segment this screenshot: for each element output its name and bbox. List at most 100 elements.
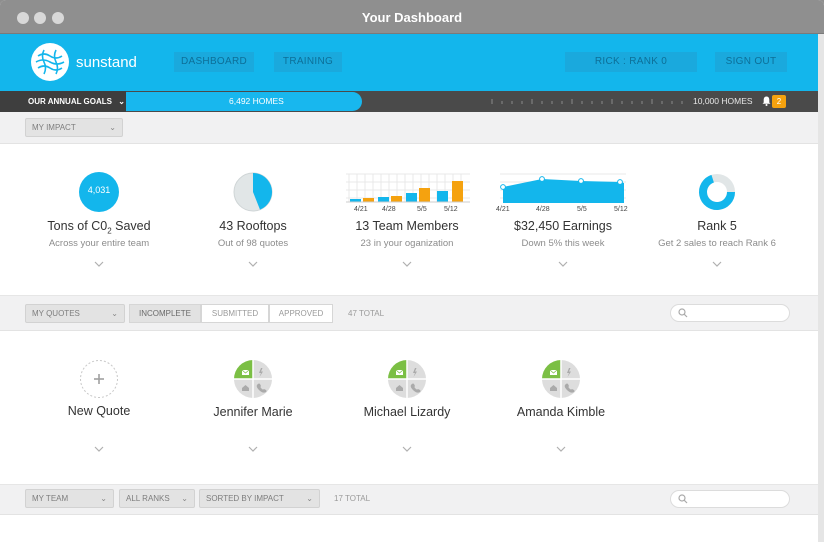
team-panel bbox=[0, 515, 818, 542]
annual-goals-dropdown[interactable]: OUR ANNUAL GOALS ⌄ bbox=[0, 91, 126, 112]
stat-co2-subtitle: Across your entire team bbox=[48, 238, 150, 249]
tab-approved[interactable]: APPROVED bbox=[269, 304, 333, 323]
quote-name: Amanda Kimble bbox=[516, 405, 606, 419]
new-quote-label: New Quote bbox=[67, 404, 131, 418]
chevron-down-icon[interactable] bbox=[247, 445, 259, 453]
quote-name: Jennifer Marie bbox=[213, 405, 293, 419]
team-bar bbox=[378, 197, 389, 202]
team-bar bbox=[363, 198, 374, 202]
team-bar bbox=[452, 181, 463, 202]
stat-rooftops[interactable]: 43 Rooftops Out of 98 quotes bbox=[176, 144, 330, 296]
team-filter-select[interactable]: MY TEAM ⌄ bbox=[25, 489, 114, 508]
stat-team-subtitle: 23 in your oganization bbox=[360, 238, 454, 249]
quotes-filter-select[interactable]: MY QUOTES ⌄ bbox=[25, 304, 125, 323]
chevron-down-icon[interactable] bbox=[93, 445, 105, 453]
impact-toolbar: MY IMPACT ⌄ bbox=[0, 112, 818, 144]
earnings-area bbox=[503, 179, 624, 203]
chevron-down-icon[interactable] bbox=[93, 260, 105, 268]
team-filter-value: MY TEAM bbox=[32, 494, 69, 503]
sort-select[interactable]: SORTED BY IMPACT ⌄ bbox=[199, 489, 320, 508]
sign-out-button[interactable]: SIGN OUT bbox=[715, 52, 787, 72]
stat-co2[interactable]: 4,031 Tons of C02 Saved Across your enti… bbox=[22, 144, 176, 296]
team-total: 17 TOTAL bbox=[334, 494, 371, 503]
earnings-area-chart bbox=[500, 173, 626, 203]
new-quote-card[interactable]: New Quote bbox=[22, 331, 176, 485]
chevron-down-icon: ⌄ bbox=[306, 494, 313, 503]
app-header: sunstand DASHBOARD TRAINING RICK : RANK … bbox=[0, 34, 824, 91]
team-toolbar: MY TEAM ⌄ ALL RANKS ⌄ SORTED BY IMPACT ⌄… bbox=[0, 485, 818, 515]
quote-card[interactable]: Jennifer Marie bbox=[176, 331, 330, 485]
stat-rank[interactable]: Rank 5 Get 2 sales to reach Rank 6 bbox=[640, 144, 794, 296]
quote-card[interactable]: Michael Lizardy bbox=[330, 331, 484, 485]
ranks-filter-value: ALL RANKS bbox=[126, 494, 170, 503]
nav-training[interactable]: TRAINING bbox=[274, 52, 342, 72]
earnings-point bbox=[500, 184, 506, 190]
earnings-date-2: 4/28 bbox=[536, 206, 550, 213]
chevron-down-icon[interactable] bbox=[555, 445, 567, 453]
stat-rank-subtitle: Get 2 sales to reach Rank 6 bbox=[658, 238, 776, 249]
ranks-filter-select[interactable]: ALL RANKS ⌄ bbox=[119, 489, 195, 508]
goals-current: 6,492 HOMES bbox=[229, 96, 284, 106]
brand-name[interactable]: sunstand bbox=[76, 54, 137, 71]
user-rank-button[interactable]: RICK : RANK 0 bbox=[565, 52, 697, 72]
notification-count-badge[interactable]: 2 bbox=[772, 95, 786, 108]
stat-rooftops-subtitle: Out of 98 quotes bbox=[217, 238, 289, 249]
impact-filter-value: MY IMPACT bbox=[32, 123, 76, 132]
goals-max: 10,000 HOMES bbox=[693, 96, 753, 106]
earnings-date-4: 5/12 bbox=[614, 206, 628, 213]
quote-card[interactable]: Amanda Kimble bbox=[484, 331, 638, 485]
bell-icon[interactable] bbox=[762, 96, 771, 109]
nav-dashboard[interactable]: DASHBOARD bbox=[174, 52, 254, 72]
team-bar bbox=[437, 191, 448, 202]
quotes-panel: New Quote Jennifer Marie Michael Lizardy… bbox=[0, 331, 818, 485]
scrollbar-track[interactable] bbox=[818, 34, 824, 542]
window-title: Your Dashboard bbox=[361, 10, 463, 25]
earnings-point bbox=[539, 176, 545, 182]
stat-earnings[interactable]: 4/21 4/28 5/5 5/12 $32,450 Earnings Down… bbox=[486, 144, 640, 296]
tab-submitted[interactable]: SUBMITTED bbox=[201, 304, 269, 323]
stat-earnings-subtitle: Down 5% this week bbox=[521, 238, 605, 249]
chevron-down-icon[interactable] bbox=[247, 260, 259, 268]
earnings-date-3: 5/5 bbox=[577, 206, 587, 213]
stat-earnings-title: $32,450 Earnings bbox=[514, 219, 612, 233]
stat-team-members[interactable]: 4/21 4/28 5/5 5/12 13 Team Members 23 in… bbox=[330, 144, 484, 296]
search-icon bbox=[678, 308, 688, 318]
stat-co2-title: Tons of C02 Saved bbox=[47, 219, 151, 236]
quote-status-icon bbox=[542, 360, 580, 398]
quotes-filter-value: MY QUOTES bbox=[32, 309, 80, 318]
search-icon bbox=[678, 494, 688, 504]
team-date-4: 5/12 bbox=[444, 206, 458, 213]
impact-stats-panel: 4,031 Tons of C02 Saved Across your enti… bbox=[0, 144, 818, 296]
chevron-down-icon[interactable] bbox=[401, 445, 413, 453]
annual-goals-label: OUR ANNUAL GOALS bbox=[28, 97, 112, 106]
chevron-down-icon: ⌄ bbox=[100, 494, 107, 503]
team-bar bbox=[391, 196, 402, 202]
team-search-input[interactable] bbox=[670, 490, 790, 508]
quotes-search-input[interactable] bbox=[670, 304, 790, 322]
chevron-down-icon: ⌄ bbox=[109, 123, 116, 132]
stat-team-title: 13 Team Members bbox=[355, 219, 459, 233]
team-bar bbox=[406, 193, 417, 202]
co2-value: 4,031 bbox=[87, 185, 111, 195]
team-bar bbox=[419, 188, 430, 202]
plus-icon bbox=[80, 360, 118, 398]
chevron-down-icon: ⌄ bbox=[181, 494, 188, 503]
team-date-3: 5/5 bbox=[417, 206, 427, 213]
quotes-total: 47 TOTAL bbox=[348, 309, 385, 318]
team-date-2: 4/28 bbox=[382, 206, 396, 213]
app-window: Your Dashboard sunstand DASHBOARD TRAINI… bbox=[0, 0, 824, 542]
tab-incomplete[interactable]: INCOMPLETE bbox=[129, 304, 201, 323]
rank-progress-ring bbox=[699, 174, 735, 210]
title-bar: Your Dashboard bbox=[0, 0, 824, 34]
quote-status-icon bbox=[234, 360, 272, 398]
chevron-down-icon[interactable] bbox=[401, 260, 413, 268]
earnings-point bbox=[617, 179, 623, 185]
chevron-down-icon[interactable] bbox=[557, 260, 569, 268]
rooftops-pie-chart bbox=[233, 172, 273, 212]
annual-goals-bar: OUR ANNUAL GOALS ⌄ 6,492 HOMES 10,000 HO… bbox=[0, 91, 824, 112]
impact-filter-select[interactable]: MY IMPACT ⌄ bbox=[25, 118, 123, 137]
chevron-down-icon[interactable] bbox=[711, 260, 723, 268]
sunstand-logo-icon[interactable] bbox=[30, 42, 70, 82]
chevron-down-icon: ⌄ bbox=[111, 309, 118, 318]
team-date-1: 4/21 bbox=[354, 206, 368, 213]
